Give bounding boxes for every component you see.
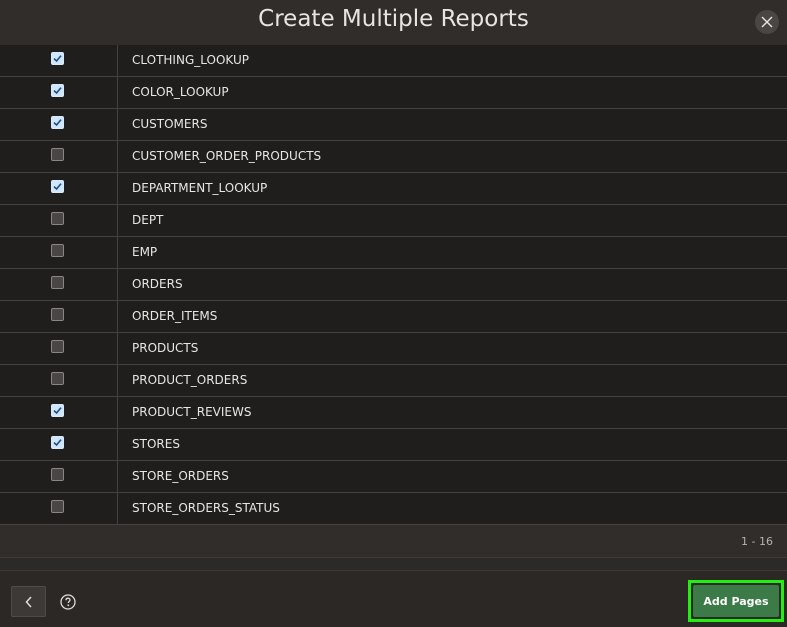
row-checkbox[interactable] xyxy=(51,436,64,449)
dialog-footer xyxy=(0,570,787,627)
select-cell xyxy=(0,429,118,460)
table-row: CLOTHING_LOOKUP xyxy=(0,45,787,77)
table-name: PRODUCT_REVIEWS xyxy=(132,405,252,419)
row-checkbox[interactable] xyxy=(51,52,64,65)
select-cell xyxy=(0,493,118,524)
table-name: STORES xyxy=(132,437,180,451)
table-row: ORDER_ITEMS xyxy=(0,301,787,333)
chevron-left-icon xyxy=(24,595,32,608)
table-name: CLOTHING_LOOKUP xyxy=(132,53,249,67)
select-cell xyxy=(0,461,118,492)
table-row: CUSTOMER_ORDER_PRODUCTS xyxy=(0,141,787,173)
checkmark-icon xyxy=(53,55,62,63)
table-row: CUSTOMERS xyxy=(0,109,787,141)
table-name: ORDER_ITEMS xyxy=(132,309,218,323)
row-checkbox[interactable] xyxy=(51,84,64,97)
row-checkbox[interactable] xyxy=(51,148,64,161)
select-cell xyxy=(0,173,118,204)
row-checkbox[interactable] xyxy=(51,372,64,385)
help-circle-icon xyxy=(60,594,76,610)
back-button[interactable] xyxy=(11,586,46,617)
row-checkbox[interactable] xyxy=(51,404,64,417)
select-cell xyxy=(0,45,118,76)
table-row: STORES xyxy=(0,429,787,461)
add-pages-highlight: Add Pages xyxy=(688,580,784,622)
tables-grid: CLOTHING_LOOKUP COLOR_LOOKUP CUSTOMERS CUST… xyxy=(0,45,787,525)
table-row: DEPT xyxy=(0,205,787,237)
select-cell xyxy=(0,109,118,140)
select-cell xyxy=(0,333,118,364)
table-name: DEPT xyxy=(132,213,164,227)
table-name: STORE_ORDERS xyxy=(132,469,229,483)
select-cell xyxy=(0,269,118,300)
dialog-header: Create Multiple Reports xyxy=(0,0,787,50)
select-cell xyxy=(0,141,118,172)
help-button[interactable] xyxy=(60,594,76,610)
row-checkbox[interactable] xyxy=(51,180,64,193)
select-cell xyxy=(0,205,118,236)
select-cell xyxy=(0,397,118,428)
select-cell xyxy=(0,301,118,332)
table-name: CUSTOMERS xyxy=(132,117,208,131)
pagination-bar: 1 - 16 xyxy=(0,525,787,558)
row-checkbox[interactable] xyxy=(51,340,64,353)
row-checkbox[interactable] xyxy=(51,116,64,129)
select-cell xyxy=(0,365,118,396)
checkmark-icon xyxy=(53,183,62,191)
checkmark-icon xyxy=(53,87,62,95)
add-pages-button[interactable]: Add Pages xyxy=(693,585,779,617)
table-row: PRODUCTS xyxy=(0,333,787,365)
row-checkbox[interactable] xyxy=(51,212,64,225)
table-row: PRODUCT_REVIEWS xyxy=(0,397,787,429)
row-checkbox[interactable] xyxy=(51,468,64,481)
table-name: STORE_ORDERS_STATUS xyxy=(132,501,280,515)
table-row: STORE_ORDERS xyxy=(0,461,787,493)
table-row: COLOR_LOOKUP xyxy=(0,77,787,109)
table-name: CUSTOMER_ORDER_PRODUCTS xyxy=(132,149,322,163)
table-name: PRODUCTS xyxy=(132,341,199,355)
table-row: STORE_ORDERS_STATUS xyxy=(0,493,787,525)
pagination-range: 1 - 16 xyxy=(741,535,773,548)
row-checkbox[interactable] xyxy=(51,244,64,257)
table-row: DEPARTMENT_LOOKUP xyxy=(0,173,787,205)
table-name: ORDERS xyxy=(132,277,183,291)
select-cell xyxy=(0,77,118,108)
select-cell xyxy=(0,237,118,268)
create-multiple-reports-dialog: Create Multiple Reports CLOTHING_LOOKUP C… xyxy=(0,0,787,627)
dialog-title: Create Multiple Reports xyxy=(258,6,529,32)
table-name: COLOR_LOOKUP xyxy=(132,85,229,99)
table-name: EMP xyxy=(132,245,158,259)
table-name: DEPARTMENT_LOOKUP xyxy=(132,181,268,195)
checkmark-icon xyxy=(53,407,62,415)
checkmark-icon xyxy=(53,439,62,447)
close-button[interactable] xyxy=(755,10,779,34)
row-checkbox[interactable] xyxy=(51,276,64,289)
table-row: PRODUCT_ORDERS xyxy=(0,365,787,397)
checkmark-icon xyxy=(53,119,62,127)
table-row: ORDERS xyxy=(0,269,787,301)
table-name: PRODUCT_ORDERS xyxy=(132,373,248,387)
table-row: EMP xyxy=(0,237,787,269)
row-checkbox[interactable] xyxy=(51,308,64,321)
close-icon xyxy=(761,16,773,28)
row-checkbox[interactable] xyxy=(51,500,64,513)
